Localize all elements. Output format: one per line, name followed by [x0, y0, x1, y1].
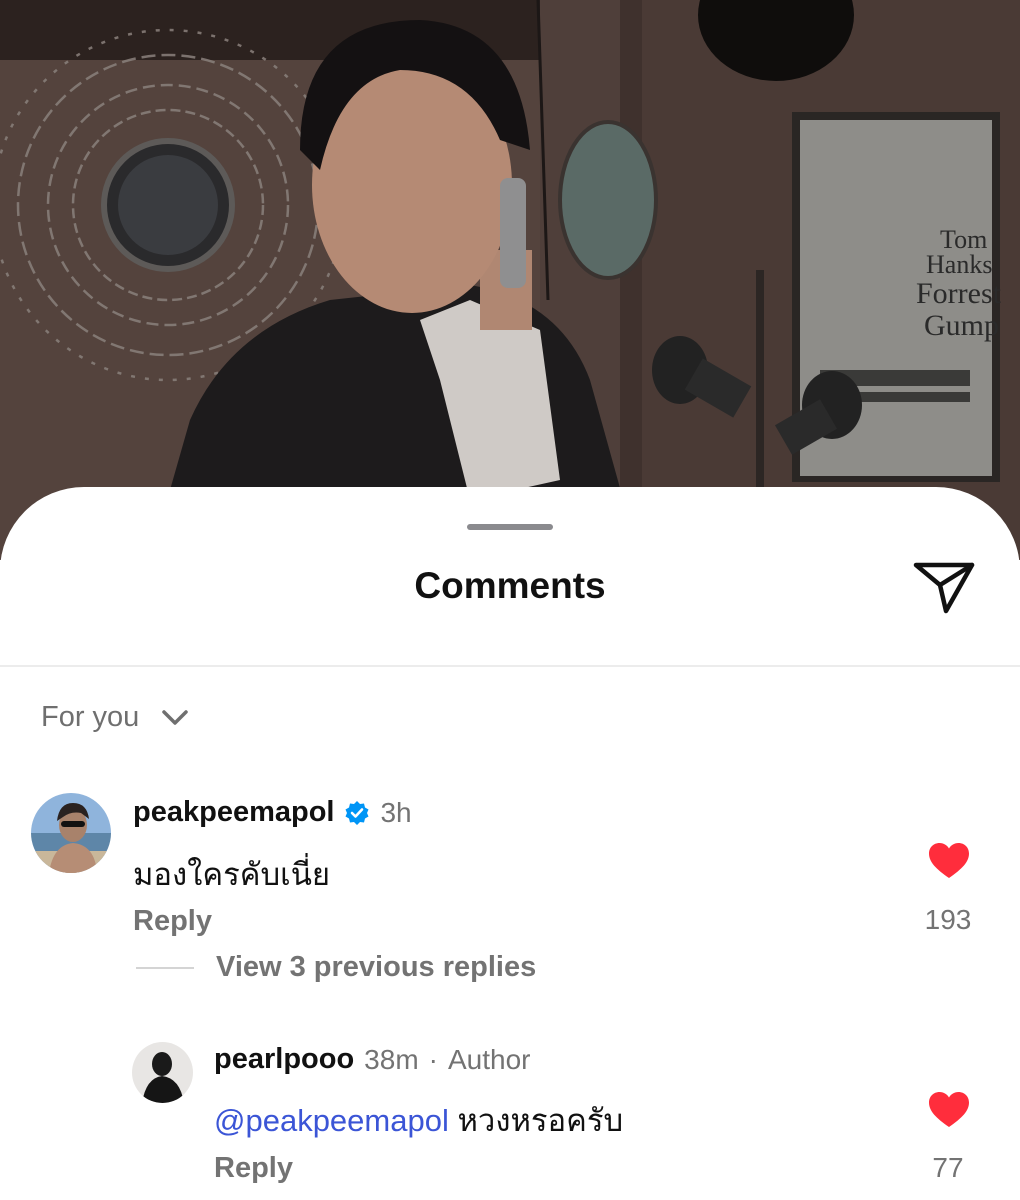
- verified-badge-icon: [345, 800, 369, 825]
- sheet-grabber[interactable]: [467, 524, 553, 530]
- reel-background-photo: Tom Hanks Forrest Gump: [0, 0, 1020, 560]
- like-count: 193: [924, 904, 972, 935]
- sort-dropdown[interactable]: For you: [41, 701, 189, 734]
- reply-button[interactable]: Reply: [214, 1152, 293, 1185]
- chevron-down-icon: [162, 709, 189, 725]
- share-button[interactable]: [912, 559, 976, 617]
- heart-icon[interactable]: [928, 1091, 970, 1129]
- reply-header: pearlpooo 38m · Author: [214, 1043, 530, 1076]
- avatar[interactable]: [31, 793, 111, 873]
- svg-text:Gump: Gump: [924, 309, 999, 342]
- paper-plane-icon: [913, 562, 975, 614]
- view-previous-replies-button[interactable]: View 3 previous replies: [136, 951, 536, 984]
- comment-text: มองใครคับเนี่ย: [133, 857, 331, 892]
- header-divider: [0, 665, 1020, 667]
- reply-like-count: 77: [932, 1152, 964, 1183]
- svg-text:Forrest: Forrest: [916, 277, 1002, 310]
- comment-header: peakpeemapol 3h: [133, 796, 412, 829]
- reply-body: หวงหรอครับ: [457, 1103, 624, 1138]
- reply-button[interactable]: Reply: [133, 905, 212, 938]
- reply-username[interactable]: pearlpooo: [214, 1043, 354, 1076]
- svg-text:Hanks: Hanks: [926, 250, 992, 279]
- comments-sheet: Comments For you peakpeemapol 3h มองใครค…: [0, 487, 1020, 1200]
- thread-line: [136, 966, 194, 969]
- mention-link[interactable]: @peakpeemapol: [214, 1103, 449, 1138]
- comment-time: 3h: [380, 796, 412, 828]
- sort-label: For you: [41, 701, 140, 733]
- reply-avatar[interactable]: [132, 1042, 193, 1103]
- heart-icon[interactable]: [928, 842, 970, 880]
- comment-username[interactable]: peakpeemapol: [133, 796, 334, 829]
- meta-separator: ·: [428, 1043, 438, 1075]
- view-replies-label: View 3 previous replies: [216, 951, 537, 983]
- author-badge: Author: [447, 1043, 531, 1075]
- reply-text: @peakpeemapol หวงหรอครับ: [214, 1095, 623, 1145]
- sheet-title: Comments: [414, 565, 606, 606]
- reply-time: 38m: [364, 1043, 419, 1075]
